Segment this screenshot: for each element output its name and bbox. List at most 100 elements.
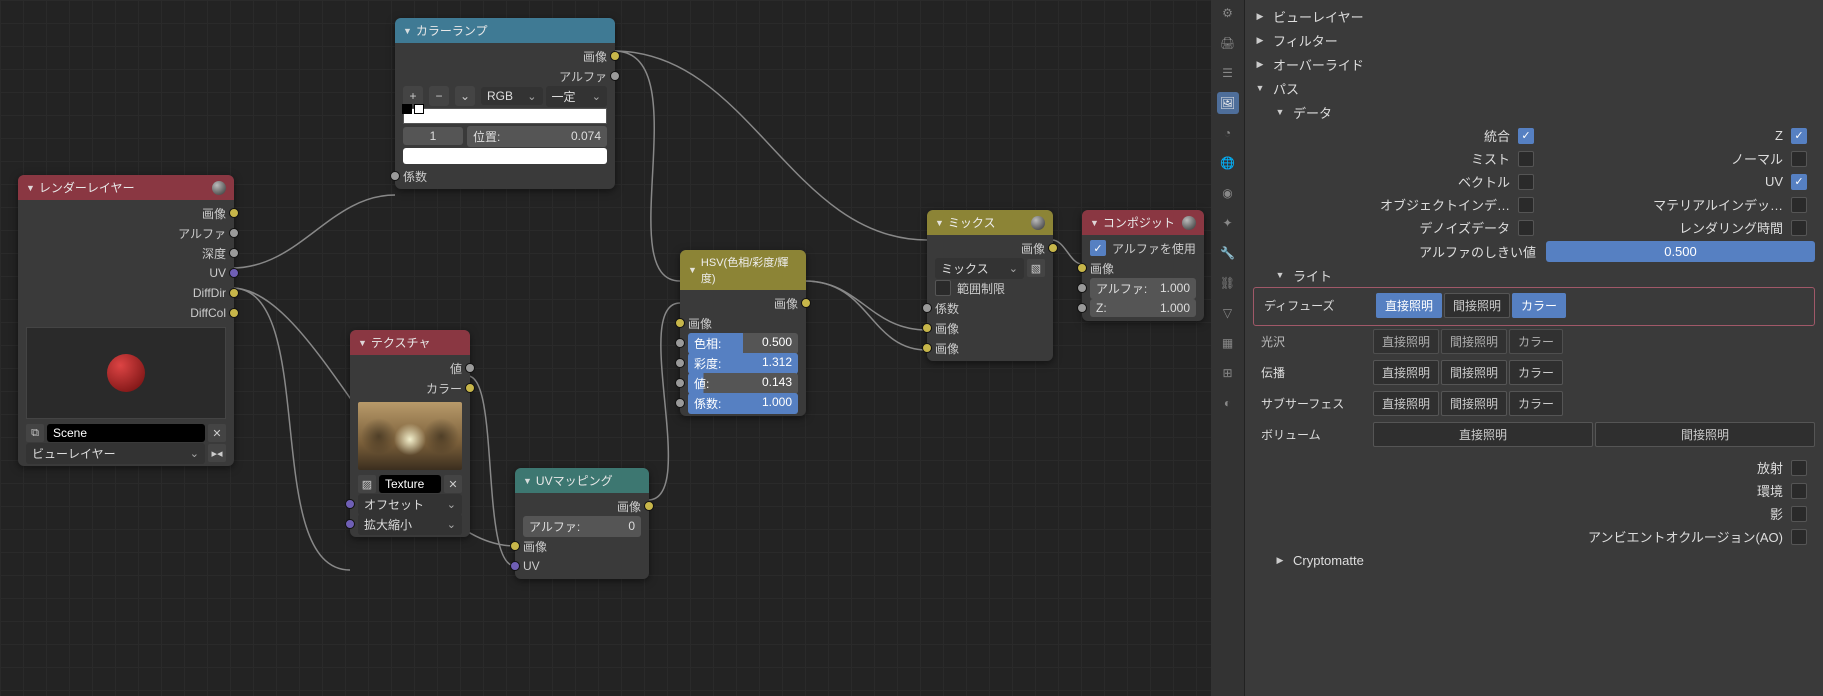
hue-slider[interactable]: 色相:0.500 [688, 333, 798, 354]
node-header[interactable]: ▼ レンダーレイヤー [18, 175, 234, 200]
socket-in[interactable] [922, 323, 932, 333]
texture-name-field[interactable]: Texture [379, 475, 441, 493]
vol-indirect-button[interactable]: 間接照明 [1595, 422, 1815, 447]
node-render-layers[interactable]: ▼ レンダーレイヤー 画像 アルファ 深度 UV DiffDir DiffCol… [18, 175, 234, 466]
socket-in[interactable] [922, 343, 932, 353]
section-cryptomatte[interactable]: ▶Cryptomatte [1253, 548, 1815, 572]
shadow-checkbox[interactable] [1791, 506, 1807, 522]
mix-option-icon[interactable]: ▧ [1027, 259, 1045, 277]
socket-in[interactable] [675, 318, 685, 328]
socket-in[interactable] [510, 541, 520, 551]
mat-index-checkbox[interactable] [1791, 197, 1807, 213]
node-mix[interactable]: ▼ ミックス 画像 ミックス▧ 範囲制限 係数 画像 画像 [927, 210, 1053, 361]
tab-data-icon[interactable]: ▽ [1217, 302, 1239, 324]
alpha-field[interactable]: アルファ:0 [523, 516, 641, 537]
tab-scene-icon[interactable]: 🖼 [1217, 92, 1239, 114]
socket-out[interactable] [229, 288, 239, 298]
socket-in[interactable] [675, 338, 685, 348]
tab-constraint-icon[interactable]: ⛓ [1217, 272, 1239, 294]
diffuse-indirect-button[interactable]: 間接照明 [1444, 293, 1510, 318]
tab-material-icon[interactable]: ▦ [1217, 332, 1239, 354]
socket-out[interactable] [229, 208, 239, 218]
node-texture[interactable]: ▼ テクスチャ 値 カラー ▨Texture✕ オフセット 拡大縮小 [350, 330, 470, 537]
scale-select[interactable]: 拡大縮小 [358, 514, 462, 535]
scene-browse-icon[interactable]: ⧉ [26, 424, 44, 442]
clamp-checkbox[interactable] [935, 280, 951, 296]
environment-checkbox[interactable] [1791, 483, 1807, 499]
interpolation-select[interactable]: 一定 [546, 86, 608, 107]
z-checkbox[interactable] [1791, 128, 1807, 144]
trans-color-button[interactable]: カラー [1509, 360, 1563, 385]
sss-color-button[interactable]: カラー [1509, 391, 1563, 416]
uv-checkbox[interactable] [1791, 174, 1807, 190]
socket-in[interactable] [675, 378, 685, 388]
emission-checkbox[interactable] [1791, 460, 1807, 476]
color-ramp-gradient[interactable] [403, 108, 607, 124]
socket-out[interactable] [229, 248, 239, 258]
trans-direct-button[interactable]: 直接照明 [1373, 360, 1439, 385]
socket-out[interactable] [465, 363, 475, 373]
socket-in[interactable] [345, 499, 355, 509]
socket-in[interactable] [390, 171, 400, 181]
fac-slider[interactable]: 係数:1.000 [688, 393, 798, 414]
dropdown-button[interactable]: ⌄ [455, 86, 475, 106]
socket-out[interactable] [610, 51, 620, 61]
sss-direct-button[interactable]: 直接照明 [1373, 391, 1439, 416]
ramp-stop[interactable] [402, 104, 412, 114]
section-view-layer[interactable]: ▶ビューレイヤー [1253, 4, 1815, 28]
socket-out[interactable] [1048, 243, 1058, 253]
vol-direct-button[interactable]: 直接照明 [1373, 422, 1593, 447]
normal-checkbox[interactable] [1791, 151, 1807, 167]
blend-mode-select[interactable]: ミックス [935, 258, 1024, 279]
tab-viewlayer-icon[interactable]: ☰ [1217, 62, 1239, 84]
glossy-color-button[interactable]: カラー [1509, 329, 1563, 354]
scene-field[interactable]: Scene [47, 424, 205, 442]
section-override[interactable]: ▶オーバーライド [1253, 52, 1815, 76]
section-light[interactable]: ▼ライト [1253, 263, 1815, 287]
obj-index-checkbox[interactable] [1518, 197, 1534, 213]
sat-slider[interactable]: 彩度:1.312 [688, 353, 798, 374]
tab-object-icon[interactable]: 🌐 [1217, 152, 1239, 174]
z-field[interactable]: Z:1.000 [1090, 299, 1196, 317]
tex-browse-icon[interactable]: ▨ [358, 475, 376, 493]
node-hsv[interactable]: ▼ HSV(色相/彩度/輝度) 画像 画像 色相:0.500 彩度:1.312 … [680, 250, 806, 416]
tab-output-icon[interactable]: 🖨 [1217, 32, 1239, 54]
layer-action-icon[interactable]: ▸◂ [208, 444, 226, 462]
use-alpha-checkbox[interactable] [1090, 240, 1106, 256]
socket-out[interactable] [465, 383, 475, 393]
glossy-direct-button[interactable]: 直接照明 [1373, 329, 1439, 354]
offset-select[interactable]: オフセット [358, 494, 462, 515]
render-time-checkbox[interactable] [1791, 220, 1807, 236]
stop-position[interactable]: 位置:0.074 [467, 126, 607, 147]
tab-physics-icon[interactable]: 🔧 [1217, 242, 1239, 264]
glossy-indirect-button[interactable]: 間接照明 [1441, 329, 1507, 354]
alpha-threshold-field[interactable]: 0.500 [1546, 241, 1815, 262]
node-header[interactable]: ▼ テクスチャ [350, 330, 470, 355]
socket-out[interactable] [610, 71, 620, 81]
tab-misc-icon[interactable]: ◐ [1217, 392, 1239, 414]
socket-out[interactable] [229, 228, 239, 238]
socket-in[interactable] [510, 561, 520, 571]
color-mode-select[interactable]: RGB [481, 87, 543, 105]
vector-checkbox[interactable] [1518, 174, 1534, 190]
section-passes[interactable]: ▼パス [1253, 76, 1815, 100]
ramp-stop[interactable] [414, 104, 424, 114]
socket-in[interactable] [675, 398, 685, 408]
node-color-ramp[interactable]: ▼ カラーランプ 画像 アルファ + − ⌄ RGB 一定 1 位置:0.074… [395, 18, 615, 189]
node-header[interactable]: ▼ コンポジット [1082, 210, 1204, 235]
tab-texture-icon[interactable]: ⊞ [1217, 362, 1239, 384]
section-data[interactable]: ▼データ [1253, 100, 1815, 124]
alpha-field[interactable]: アルファ:1.000 [1090, 278, 1196, 299]
node-header[interactable]: ▼ ミックス [927, 210, 1053, 235]
section-filter[interactable]: ▶フィルター [1253, 28, 1815, 52]
socket-in[interactable] [1077, 263, 1087, 273]
socket-out[interactable] [229, 268, 239, 278]
node-uv-mapping[interactable]: ▼ UVマッピング 画像 アルファ:0 画像 UV [515, 468, 649, 579]
socket-out[interactable] [801, 298, 811, 308]
node-header[interactable]: ▼ HSV(色相/彩度/輝度) [680, 250, 806, 290]
socket-in[interactable] [675, 358, 685, 368]
node-composite[interactable]: ▼ コンポジット アルファを使用 画像 アルファ:1.000 Z:1.000 [1082, 210, 1204, 321]
clear-icon[interactable]: ✕ [444, 475, 462, 493]
node-editor-canvas[interactable]: ▼ レンダーレイヤー 画像 アルファ 深度 UV DiffDir DiffCol… [0, 0, 1211, 696]
node-header[interactable]: ▼ カラーランプ [395, 18, 615, 43]
